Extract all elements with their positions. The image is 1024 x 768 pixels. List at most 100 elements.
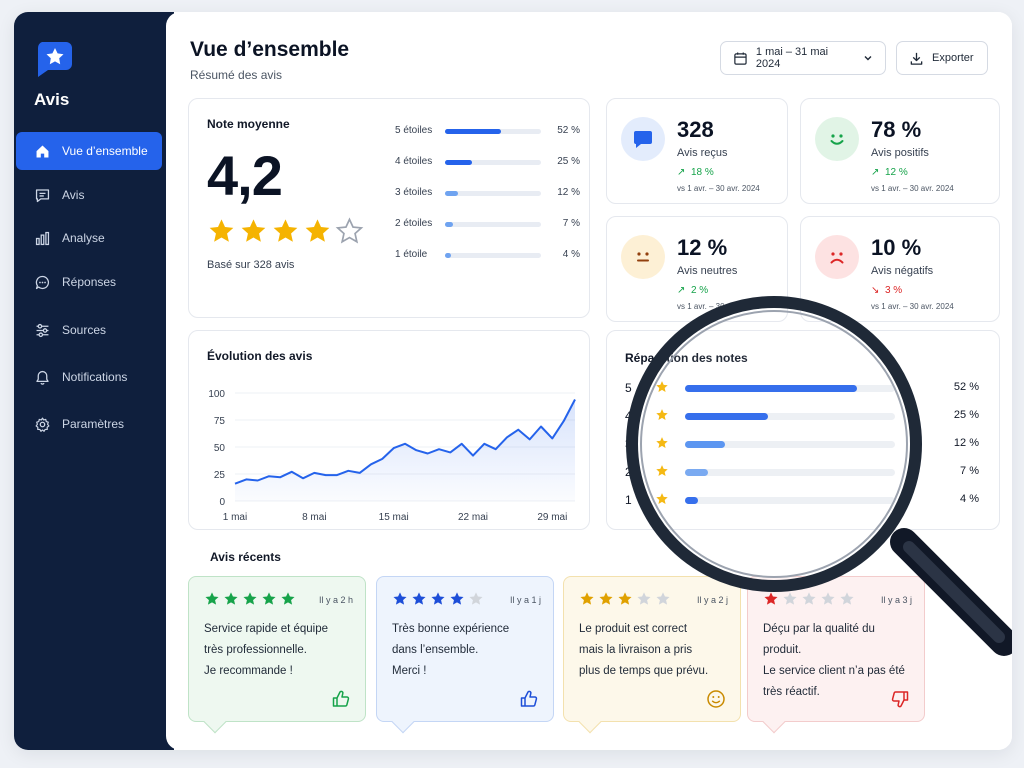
average-rating-value: 4,2 (207, 144, 283, 207)
sad-face-icon (830, 252, 844, 264)
happy-face-icon (830, 134, 844, 145)
review-card[interactable]: Il y a 1 j Très bonne expérience dans l’e… (376, 576, 554, 734)
stat-label: Avis positifs (871, 147, 929, 159)
distribution-bar (445, 191, 458, 196)
neutral-face-icon[interactable] (706, 689, 726, 709)
trend-up-icon: ↗ (677, 285, 686, 296)
stat-delta-value: 2 % (690, 285, 709, 296)
star-icon (243, 592, 257, 605)
star-icon (431, 592, 445, 605)
y-tick-label: 0 (219, 497, 225, 508)
stat-delta: ↘ 3 % (871, 285, 902, 296)
stat-label: Avis reçus (677, 147, 728, 159)
breakdown-percent: 25 % (953, 409, 979, 421)
distribution-track (445, 191, 541, 196)
date-range-label: 1 mai – 31 mai 2024 (755, 46, 829, 70)
sidebar-item-sources[interactable]: Sources (16, 311, 162, 349)
speech-tail (762, 710, 786, 734)
calendar-icon (734, 51, 747, 65)
sidebar-item-label: Sources (62, 323, 107, 337)
y-tick-label: 25 (214, 470, 226, 481)
sidebar-item-notifications[interactable]: Notifications (16, 358, 162, 396)
based-on-count: Basé sur 328 avis (207, 259, 295, 271)
average-rating-stars (207, 217, 364, 246)
review-time: Il y a 2 h (318, 595, 353, 605)
distribution-label: 1 étoile (395, 249, 428, 260)
x-tick-label: 15 mai (379, 512, 409, 523)
trend-area (235, 399, 575, 501)
review-card[interactable]: Il y a 2 h Service rapide et équipe très … (188, 576, 366, 734)
distribution-track (445, 222, 541, 227)
thumbs-down-icon[interactable] (890, 689, 910, 709)
breakdown-bar (685, 413, 768, 420)
star-icon (305, 219, 330, 242)
star-icon (821, 592, 835, 605)
star-icon (281, 592, 295, 605)
review-stars (392, 591, 484, 607)
distribution-row: 4 étoiles 25 % (395, 156, 580, 170)
breakdown-category: 4 (625, 409, 632, 423)
thumbs-up-icon[interactable] (519, 689, 539, 709)
reviews-trend-card: Évolution des avis 0 25 50 75 100 1 mai 8 mai 1… (188, 330, 590, 530)
sidebar-item-reviews[interactable]: Avis (16, 176, 162, 214)
review-card[interactable]: Il y a 2 j Le produit est correct mais la… (563, 576, 741, 734)
brand-logo-icon (37, 42, 72, 77)
app-window: Avis Vue d’ensemble Avis Analyse Réponse… (14, 12, 1012, 750)
distribution-label: 5 étoiles (395, 125, 433, 136)
page-title: Vue d’ensemble (190, 38, 350, 61)
sidebar-item-responses[interactable]: Réponses (16, 263, 162, 301)
star-icon (618, 592, 632, 605)
y-tick-label: 50 (214, 443, 226, 454)
stat-icon-bg (621, 117, 665, 161)
star-icon (599, 592, 613, 605)
breakdown-track (685, 497, 895, 504)
stat-delta: ↗ 18 % (677, 167, 714, 178)
star-icon (656, 409, 668, 420)
stat-delta: ↗ 2 % (677, 285, 708, 296)
distribution-track (445, 253, 541, 258)
sidebar-item-label: Notifications (62, 370, 128, 384)
star-icon (273, 219, 298, 242)
star-icon (656, 493, 668, 504)
distribution-bar (445, 222, 453, 227)
distribution-percent: 7 % (562, 218, 580, 229)
main-content: Vue d’ensemble Résumé des avis 1 mai – 3… (166, 12, 1012, 750)
page-subtitle: Résumé des avis (190, 68, 283, 82)
sources-icon (36, 323, 49, 337)
stat-delta-value: 18 % (690, 167, 714, 178)
x-tick-label: 8 mai (302, 512, 326, 523)
sidebar-item-settings[interactable]: Paramètres (16, 405, 162, 443)
reviews-trend-chart: 0 25 50 75 100 1 mai 8 mai 15 mai 22 mai 29 mai (208, 389, 576, 523)
sidebar-item-label: Vue d’ensemble (62, 144, 148, 158)
star-icon (412, 592, 426, 605)
x-tick-label: 1 mai (223, 512, 247, 523)
stat-period: vs 1 avr. – 30 avr. 2024 (677, 302, 760, 311)
distribution-percent: 12 % (557, 187, 580, 198)
export-button[interactable]: Exporter (896, 41, 988, 75)
breakdown-percent: 52 % (953, 381, 979, 393)
download-icon (910, 52, 923, 65)
star-icon (783, 592, 797, 605)
distribution-label: 4 étoiles (395, 156, 433, 167)
thumbs-up-icon[interactable] (331, 689, 351, 709)
star-icon (656, 381, 668, 392)
distribution-label: 2 étoiles (395, 218, 433, 229)
y-tick-label: 100 (208, 389, 225, 400)
stat-icon-bg (621, 235, 665, 279)
distribution-label: 3 étoiles (395, 187, 433, 198)
sidebar: Avis Vue d’ensemble Avis Analyse Réponse… (14, 12, 174, 750)
review-card[interactable]: Il y a 3 j Déçu par la qualité du produit… (747, 576, 925, 734)
sidebar-item-analysis[interactable]: Analyse (16, 219, 162, 257)
review-stars (579, 591, 671, 607)
distribution-track (445, 129, 541, 134)
chat-bubble-icon (35, 275, 50, 289)
sidebar-item-label: Paramètres (62, 417, 125, 431)
star-icon (656, 592, 670, 605)
distribution-percent: 25 % (557, 156, 580, 167)
sidebar-item-overview[interactable]: Vue d’ensemble (16, 132, 162, 170)
sidebar-item-label: Avis (62, 188, 85, 202)
bar-chart-icon (35, 231, 50, 245)
distribution-percent: 4 % (562, 249, 580, 260)
date-range-picker[interactable]: 1 mai – 31 mai 2024 (720, 41, 886, 75)
average-rating-card: Note moyenne 4,2 Basé sur 328 avis 5 éto… (188, 98, 590, 318)
